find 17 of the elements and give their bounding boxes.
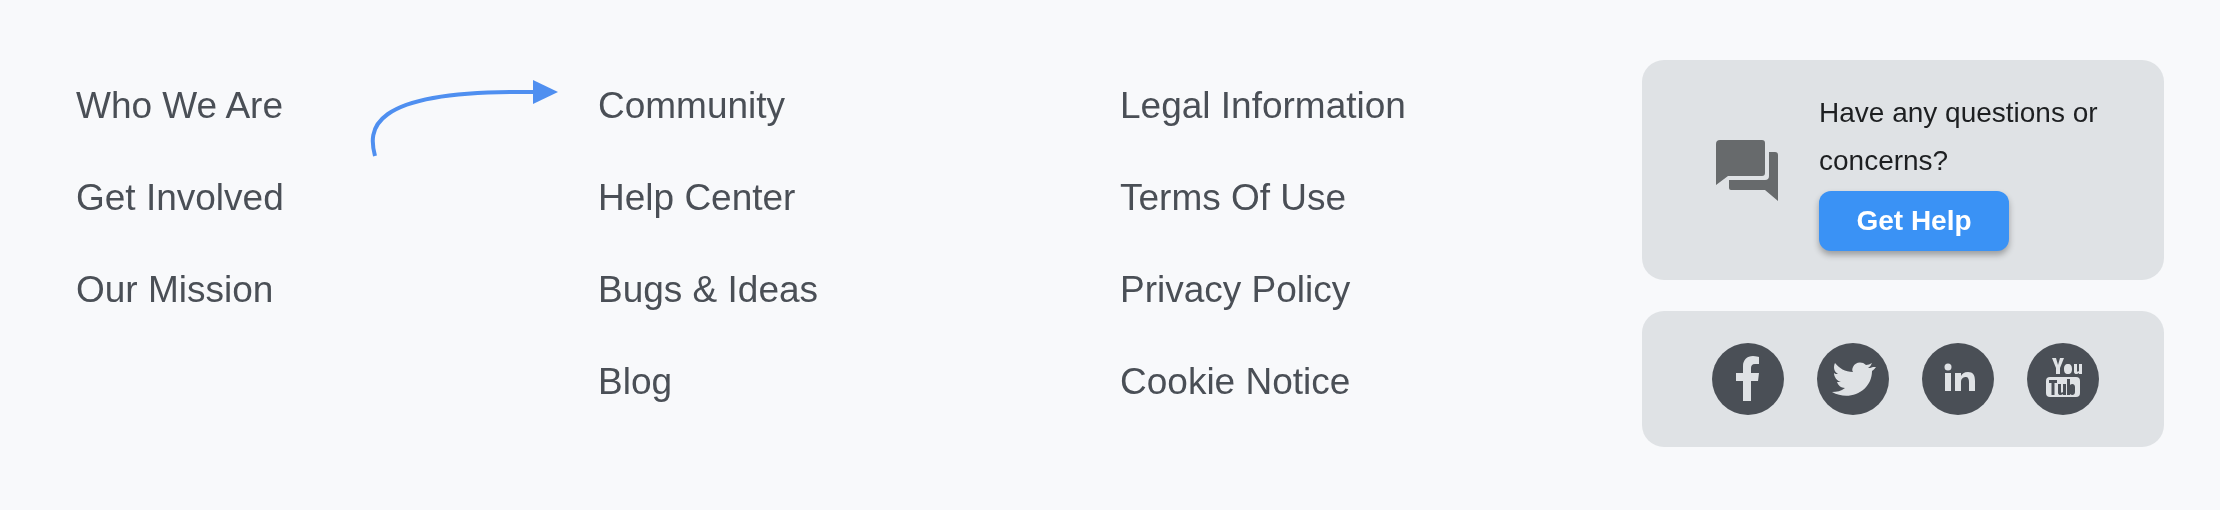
footer-link[interactable]: Get Involved	[76, 152, 284, 244]
footer-link[interactable]: Cookie Notice	[1120, 336, 1351, 428]
youtube-icon[interactable]	[2027, 343, 2099, 415]
footer-link[interactable]: Blog	[598, 336, 673, 428]
linkedin-icon[interactable]	[1922, 343, 1994, 415]
facebook-icon[interactable]	[1712, 343, 1784, 415]
twitter-icon[interactable]	[1817, 343, 1889, 415]
footer-link[interactable]: Community	[598, 60, 786, 152]
footer-link[interactable]: Help Center	[598, 152, 796, 244]
footer-link[interactable]: Legal Information	[1120, 60, 1406, 152]
footer-link[interactable]: Terms Of Use	[1120, 152, 1347, 244]
chat-icon	[1716, 139, 1778, 201]
help-text: Have any questions or concerns?	[1819, 96, 2099, 178]
footer-link[interactable]: Who We Are	[76, 60, 283, 152]
footer-link[interactable]: Our Mission	[76, 244, 274, 336]
footer-link[interactable]: Bugs & Ideas	[598, 244, 819, 336]
footer-link[interactable]: Privacy Policy	[1120, 244, 1351, 336]
